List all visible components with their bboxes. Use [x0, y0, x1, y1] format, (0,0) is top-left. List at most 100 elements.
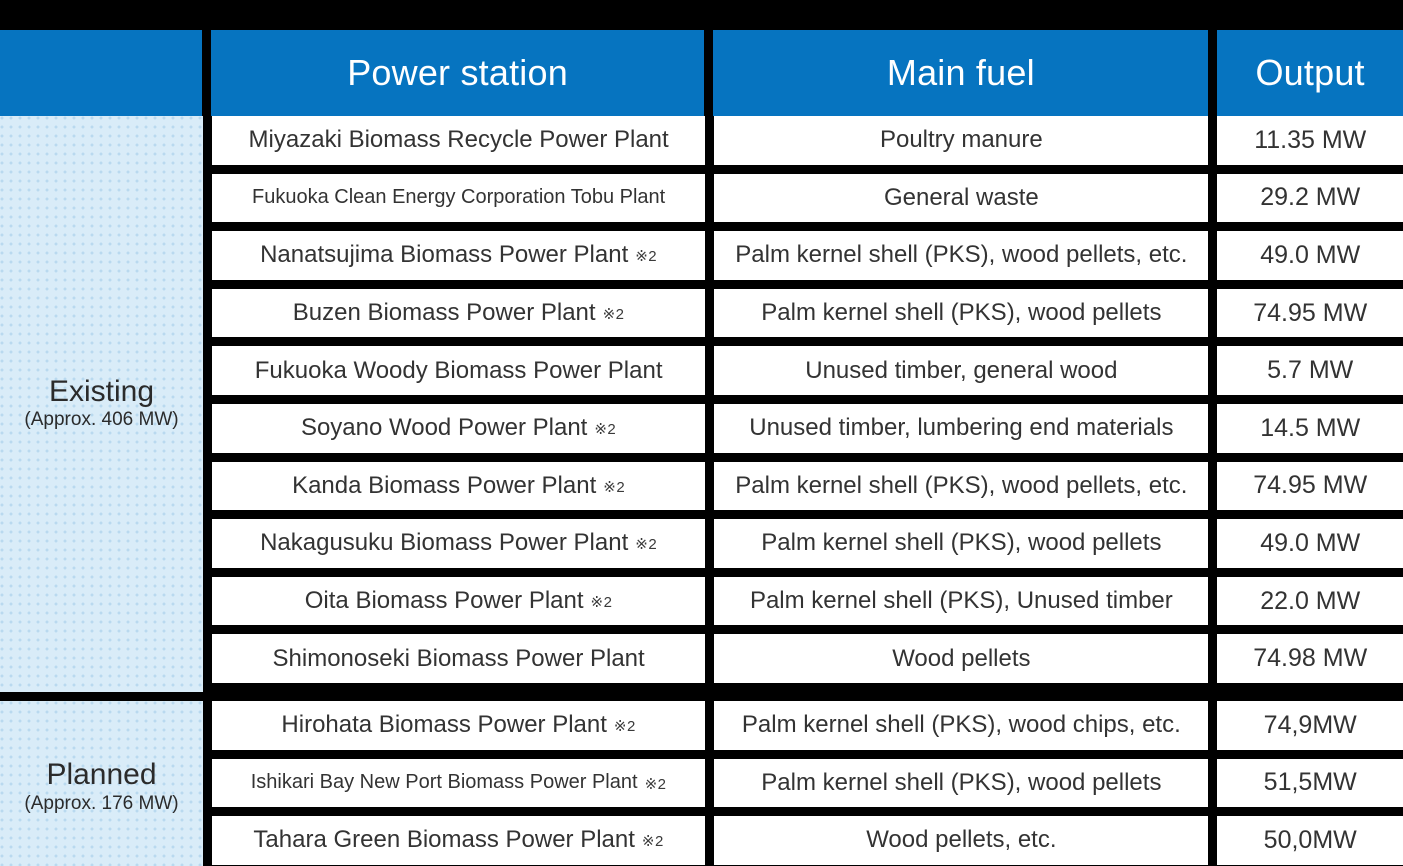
cell-output: 29.2 MW [1217, 173, 1403, 223]
power-station-name: Fukuoka Clean Energy Corporation Tobu Pl… [252, 186, 666, 209]
footnote-marker: ※2 [602, 306, 625, 324]
cell-output: 74,9MW [1217, 701, 1403, 750]
cell-main-fuel: Palm kernel shell (PKS), wood pellets, e… [714, 461, 1209, 511]
power-station-name: Miyazaki Biomass Recycle Power Plant [248, 126, 669, 154]
table-row: Soyano Wood Power Plant ※2 Unused timber, … [212, 404, 1403, 453]
table-row: Kanda Biomass Power Plant ※2 Palm kernel s… [212, 461, 1403, 511]
table-row: Buzen Biomass Power Plant ※2 Palm kernel s… [212, 288, 1403, 338]
main-fuel-text: Unused timber, general wood [805, 356, 1118, 384]
power-station-name: Ishikari Bay New Port Biomass Power Plan… [250, 771, 638, 794]
output-value: 50,0MW [1263, 825, 1357, 854]
main-fuel-text: Unused timber, lumbering end materials [749, 414, 1174, 442]
power-station-name: Shimonoseki Biomass Power Plant [272, 644, 645, 672]
main-fuel-text: Palm kernel shell (PKS), wood pellets, e… [735, 241, 1188, 269]
main-fuel-text: Wood pellets [892, 644, 1031, 672]
cell-power-station: Ishikari Bay New Port Biomass Power Plan… [212, 758, 706, 808]
table-row: Oita Biomass Power Plant ※2 Palm kernel sh… [212, 576, 1403, 626]
table-row: Fukuoka Woody Biomass Power Plant Unused … [212, 346, 1403, 395]
power-station-name: Tahara Green Biomass Power Plant [253, 826, 635, 854]
output-value: 49.0 MW [1260, 240, 1361, 269]
header-main-fuel: Main fuel [713, 30, 1209, 116]
power-station-name: Nakagusuku Biomass Power Plant [260, 529, 629, 557]
output-value: 11.35 MW [1254, 125, 1367, 154]
footnote-marker: ※2 [590, 594, 613, 612]
output-value: 49.0 MW [1260, 528, 1361, 557]
cell-main-fuel: Palm kernel shell (PKS), wood pellets [714, 288, 1209, 338]
group-name: Planned [46, 758, 157, 792]
power-station-name: Soyano Wood Power Plant [300, 414, 588, 442]
table-row: Fukuoka Clean Energy Corporation Tobu Pl… [212, 173, 1403, 223]
cell-main-fuel: Wood pellets, etc. [714, 816, 1209, 865]
table-header-row: Power station Main fuel Output [0, 30, 1403, 116]
power-station-name: Buzen Biomass Power Plant [292, 299, 596, 327]
cell-power-station: Nanatsujima Biomass Power Plant ※2 [212, 231, 706, 280]
table-screenshot: Power station Main fuel Output Existing(… [0, 0, 1403, 866]
main-fuel-text: Palm kernel shell (PKS), wood pellets [761, 768, 1162, 796]
main-fuel-text: Wood pellets, etc. [866, 826, 1057, 854]
power-station-name: Hirohata Biomass Power Plant [281, 711, 607, 739]
cell-output: 14.5 MW [1217, 404, 1403, 453]
output-value: 29.2 MW [1260, 183, 1361, 212]
footnote-marker: ※2 [641, 833, 664, 851]
main-fuel-text: Palm kernel shell (PKS), wood pellets, e… [735, 471, 1188, 499]
cell-main-fuel: Wood pellets [714, 634, 1209, 683]
footnote-marker: ※2 [603, 478, 626, 496]
output-value: 5.7 MW [1267, 356, 1354, 385]
main-fuel-text: Palm kernel shell (PKS), wood pellets [761, 529, 1162, 557]
group-label-existing: Existing (Approx. 406 MW) [0, 116, 203, 692]
main-fuel-text: Palm kernel shell (PKS), wood chips, etc… [741, 711, 1181, 739]
cell-output: 5.7 MW [1217, 346, 1403, 395]
cell-power-station: Buzen Biomass Power Plant ※2 [212, 288, 706, 338]
footnote-marker: ※2 [635, 248, 658, 266]
footnote-marker: ※2 [635, 536, 658, 554]
table-row: Nanatsujima Biomass Power Plant ※2 Palm ke… [212, 231, 1403, 280]
main-fuel-text: Palm kernel shell (PKS), wood pellets [761, 299, 1162, 327]
cell-main-fuel: Palm kernel shell (PKS), Unused timber [714, 576, 1209, 626]
cell-output: 11.35 MW [1217, 116, 1403, 165]
top-black-strip [0, 0, 1403, 30]
cell-main-fuel: General waste [714, 173, 1209, 223]
cell-output: 22.0 MW [1217, 576, 1403, 626]
header-corner-cell [0, 30, 202, 116]
cell-power-station: Tahara Green Biomass Power Plant ※2 [212, 816, 706, 865]
cell-power-station: Kanda Biomass Power Plant ※2 [212, 461, 706, 511]
cell-main-fuel: Palm kernel shell (PKS), wood pellets, e… [714, 231, 1209, 280]
power-station-name: Fukuoka Woody Biomass Power Plant [254, 356, 663, 384]
cell-main-fuel: Palm kernel shell (PKS), wood pellets [714, 758, 1209, 808]
cell-power-station: Hirohata Biomass Power Plant ※2 [212, 701, 706, 750]
output-value: 74,9MW [1263, 710, 1357, 739]
power-station-name: Kanda Biomass Power Plant [292, 471, 597, 499]
group-name: Existing [48, 374, 155, 408]
footnote-marker: ※2 [594, 421, 617, 439]
cell-power-station: Shimonoseki Biomass Power Plant [212, 634, 706, 683]
header-power-station: Power station [210, 30, 705, 116]
output-value: 14.5 MW [1260, 413, 1361, 442]
group-subtitle: (Approx. 176 MW) [24, 792, 179, 814]
table-row: Ishikari Bay New Port Biomass Power Plan… [212, 758, 1403, 808]
cell-power-station: Oita Biomass Power Plant ※2 [212, 576, 706, 626]
cell-output: 49.0 MW [1217, 519, 1403, 568]
cell-output: 74.98 MW [1217, 634, 1403, 683]
cell-output: 50,0MW [1217, 816, 1403, 865]
output-value: 74.95 MW [1253, 298, 1368, 327]
cell-main-fuel: Poultry manure [714, 116, 1209, 165]
cell-output: 51,5MW [1217, 758, 1403, 808]
cell-main-fuel: Unused timber, general wood [714, 346, 1209, 395]
cell-power-station: Fukuoka Clean Energy Corporation Tobu Pl… [212, 173, 706, 223]
cell-main-fuel: Palm kernel shell (PKS), wood chips, etc… [714, 701, 1209, 750]
table-row: Nakagusuku Biomass Power Plant ※2 Palm ker… [212, 519, 1403, 568]
table-body: Existing (Approx. 406 MW) Planned (Approx. … [0, 116, 1403, 866]
output-value: 51,5MW [1263, 768, 1357, 797]
cell-output: 74.95 MW [1217, 461, 1403, 511]
cell-power-station: Miyazaki Biomass Recycle Power Plant [212, 116, 706, 165]
output-value: 74.98 MW [1253, 644, 1368, 673]
group-label-planned: Planned (Approx. 176 MW) [0, 701, 203, 866]
power-station-name: Nanatsujima Biomass Power Plant [260, 241, 629, 269]
cell-power-station: Soyano Wood Power Plant ※2 [212, 404, 706, 453]
footnote-marker: ※2 [613, 718, 636, 736]
main-fuel-text: Poultry manure [879, 126, 1043, 154]
main-fuel-text: Palm kernel shell (PKS), Unused timber [749, 587, 1173, 615]
table-row: Hirohata Biomass Power Plant ※2 Palm kerne… [212, 701, 1403, 750]
cell-power-station: Nakagusuku Biomass Power Plant ※2 [212, 519, 706, 568]
output-value: 74.95 MW [1253, 471, 1368, 500]
